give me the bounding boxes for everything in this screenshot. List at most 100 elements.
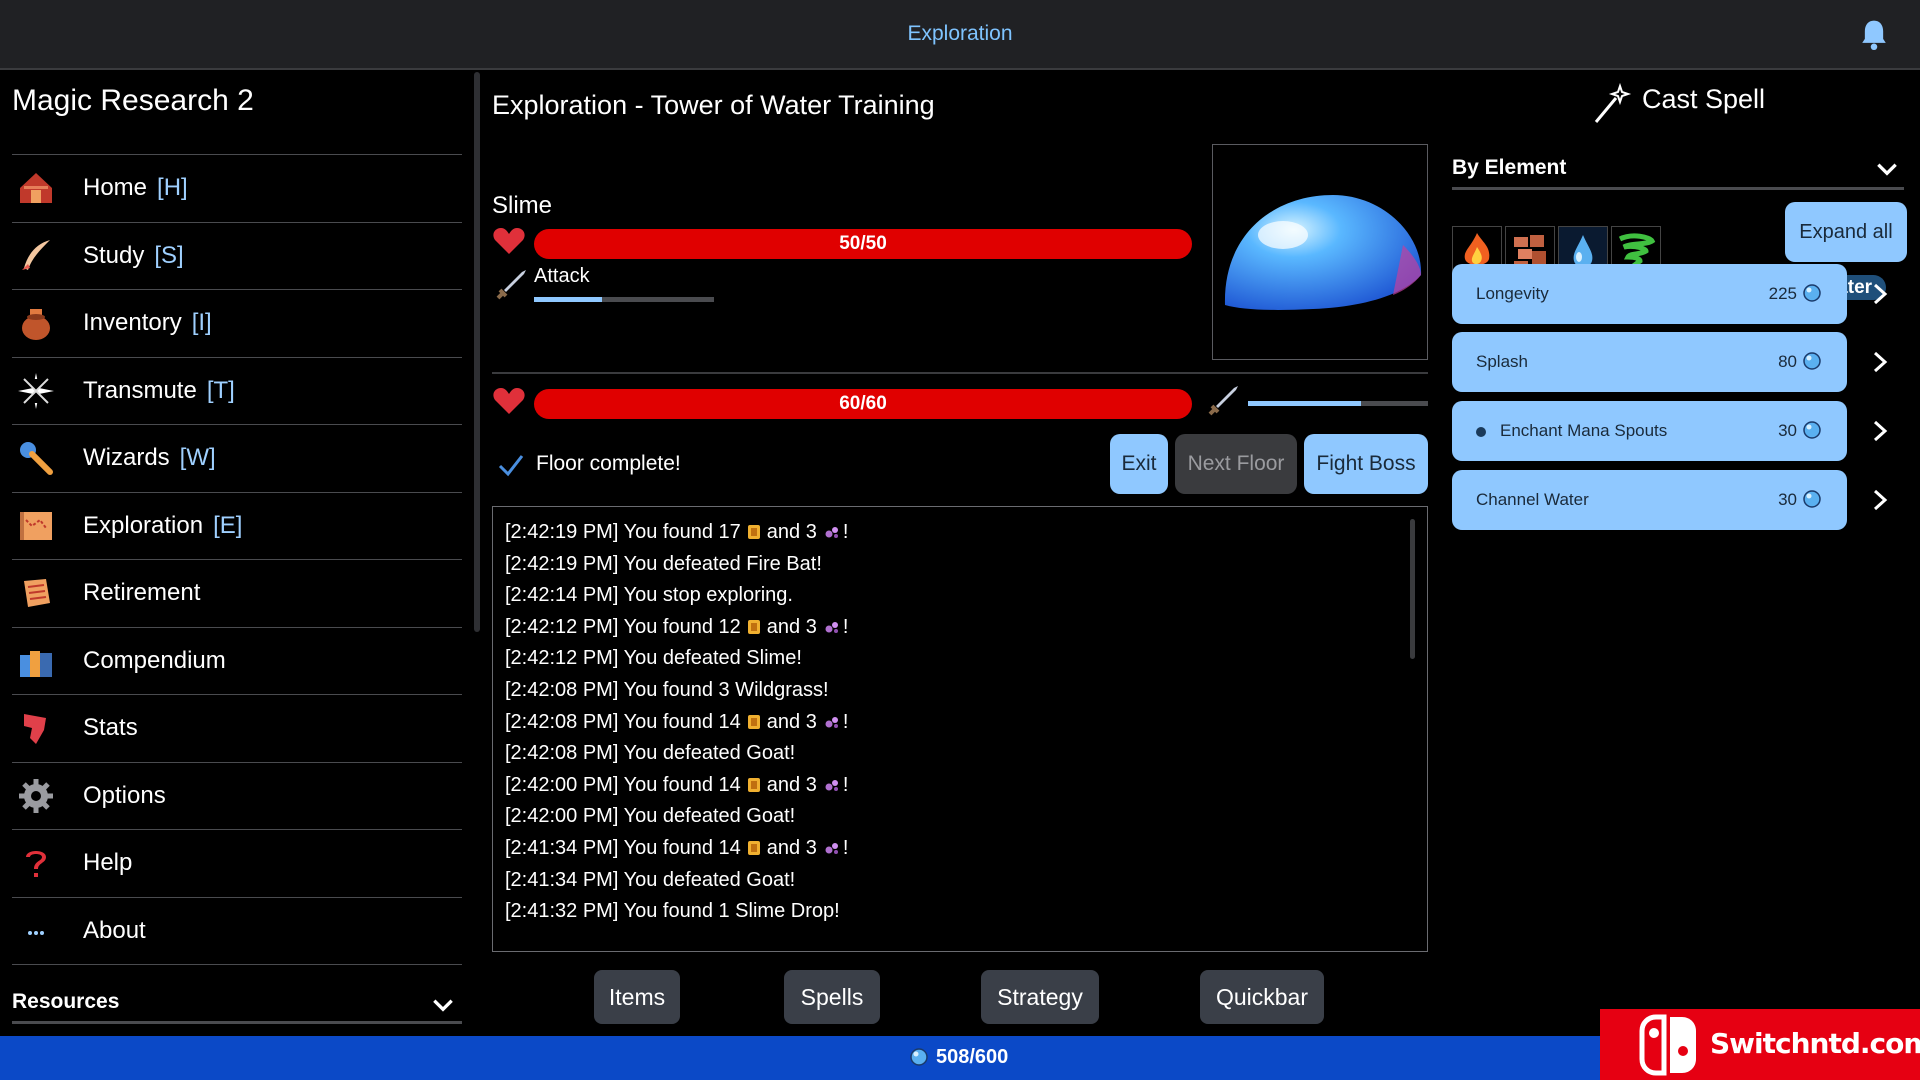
log-text: [2:42:08 PM] You found 14	[505, 710, 741, 733]
spell-cost: 80	[1778, 352, 1797, 371]
enemy-action-progress	[534, 297, 603, 302]
spell-cost: 30	[1778, 490, 1797, 509]
player-health-text: 60/60	[839, 393, 887, 414]
sidebar-item-shortcut: [I]	[191, 309, 212, 337]
sidebar-item-help[interactable]: Help	[12, 829, 462, 897]
bell-icon[interactable]	[1858, 18, 1890, 52]
ellipsis-icon	[12, 907, 60, 955]
log-entry: [2:42:00 PM] You found 14 and 3!	[493, 770, 848, 802]
sidebar-nav: Home [H] Study [S] Inventory [I] Transmu…	[12, 154, 462, 965]
question-icon	[12, 839, 60, 887]
arcane-crystal-icon	[825, 842, 838, 854]
magic-wand-icon	[1594, 82, 1632, 123]
mana-icon	[1803, 284, 1821, 302]
log-entry: [2:42:19 PM] You found 17 and 3!	[493, 517, 848, 549]
log-text: [2:41:32 PM] You found 1 Slime Drop!	[505, 900, 840, 923]
log-text: and 3	[766, 836, 817, 859]
log-text: [2:42:00 PM] You defeated Goat!	[505, 805, 796, 828]
spell-button[interactable]: Splash 80	[1452, 332, 1847, 392]
enemy-name: Slime	[492, 192, 553, 219]
tab-spells[interactable]: Spells	[784, 970, 880, 1024]
cast-spell-title: Cast Spell	[1642, 84, 1766, 114]
spell-button[interactable]: Channel Water 30	[1452, 470, 1847, 530]
resources-toggle[interactable]: Resources	[12, 990, 462, 1024]
sidebar-item-study[interactable]: Study [S]	[12, 221, 462, 290]
sidebar-item-label: Inventory	[83, 309, 182, 337]
arcane-crystal-icon	[825, 779, 838, 791]
sidebar-item-options[interactable]: Options	[12, 761, 462, 830]
enemy-portrait	[1212, 144, 1428, 360]
sword-icon	[496, 270, 526, 300]
sidebar-item-retirement[interactable]: Retirement	[12, 559, 462, 627]
sparkle-icon	[12, 367, 60, 415]
sidebar-item-inventory[interactable]: Inventory [I]	[12, 289, 462, 357]
page-title: Exploration - Tower of Water Training	[492, 90, 935, 120]
sidebar-item-label: Help	[83, 849, 133, 877]
chevron-right-icon[interactable]	[1870, 488, 1890, 512]
spell-button[interactable]: Longevity 225	[1452, 264, 1847, 324]
stats-icon	[12, 704, 60, 752]
sidebar-item-home[interactable]: Home [H]	[12, 154, 462, 222]
log-entry: [2:42:12 PM] You found 12 and 3!	[493, 612, 848, 644]
enemy-health-bar: 50/50	[534, 229, 1192, 259]
chevron-right-icon[interactable]	[1870, 350, 1890, 374]
sidebar-item-label: Home	[83, 174, 148, 202]
spell-name: Longevity	[1476, 284, 1549, 303]
sidebar-item-exploration[interactable]: Exploration [E]	[12, 491, 462, 560]
log-entry: [2:42:19 PM] You defeated Fire Bat!	[493, 549, 848, 581]
gear-icon	[12, 772, 60, 820]
spell-name: Enchant Mana Spouts	[1500, 421, 1668, 440]
sidebar-item-compendium[interactable]: Compendium	[12, 626, 462, 695]
sidebar-item-shortcut: [S]	[154, 241, 184, 269]
gold-coin-icon	[747, 840, 760, 855]
element-filter-dropdown[interactable]: By Element	[1452, 152, 1904, 190]
tab-strategy[interactable]: Strategy	[981, 970, 1099, 1024]
section-divider	[492, 372, 1428, 374]
combat-log[interactable]: [2:42:19 PM] You found 17 and 3! [2:42:19 …	[492, 506, 1428, 952]
floor-status: Floor complete!	[536, 452, 681, 475]
player-attack-progress	[1248, 401, 1362, 406]
gold-coin-icon	[747, 714, 760, 729]
arcane-crystal-icon	[825, 716, 838, 728]
sidebar-item-stats[interactable]: Stats	[12, 694, 462, 762]
app-title: Magic Research 2	[12, 84, 254, 117]
exit-button[interactable]: Exit	[1110, 434, 1168, 494]
cast-spell-panel: Cast Spell By Element Expand all Water L…	[1452, 72, 1920, 1036]
log-entry: [2:42:12 PM] You defeated Slime!	[493, 643, 848, 675]
quill-icon	[12, 232, 60, 280]
chevron-right-icon[interactable]	[1870, 419, 1890, 443]
enemy-health-text: 50/50	[839, 233, 887, 254]
expand-all-button[interactable]: Expand all	[1785, 202, 1907, 262]
sidebar-item-shortcut: [E]	[213, 511, 243, 539]
log-text: [2:42:08 PM] You defeated Goat!	[505, 742, 796, 765]
active-indicator	[1476, 427, 1486, 437]
books-icon	[12, 637, 60, 685]
log-scrollbar[interactable]	[1410, 519, 1415, 659]
sidebar-item-about[interactable]: About	[12, 896, 462, 965]
sidebar-item-label: Stats	[83, 714, 138, 742]
sidebar-item-label: Exploration	[83, 511, 204, 539]
sidebar-item-transmute[interactable]: Transmute [T]	[12, 356, 462, 425]
chevron-down-icon	[433, 999, 453, 1012]
fight-boss-button[interactable]: Fight Boss	[1304, 434, 1428, 494]
next-floor-button[interactable]: Next Floor	[1175, 434, 1297, 494]
chevron-right-icon[interactable]	[1870, 282, 1890, 306]
scroll-icon	[12, 569, 60, 617]
tab-quickbar[interactable]: Quickbar	[1200, 970, 1324, 1024]
tab-items[interactable]: Items	[594, 970, 680, 1024]
spell-cost: 30	[1778, 421, 1797, 440]
sidebar-item-wizards[interactable]: Wizards [W]	[12, 424, 462, 492]
log-entry: [2:41:32 PM] You found 1 Slime Drop!	[493, 896, 848, 928]
log-text: !	[842, 836, 849, 859]
sidebar-item-label: Study	[83, 241, 145, 269]
watermark-text: Switchntd.com	[1710, 1027, 1920, 1060]
gold-coin-icon	[747, 777, 760, 792]
log-list: [2:42:19 PM] You found 17 and 3! [2:42:19 …	[493, 517, 848, 928]
spell-name: Splash	[1476, 352, 1528, 371]
spell-button[interactable]: Enchant Mana Spouts 30	[1452, 401, 1847, 461]
page-header-title: Exploration	[907, 22, 1013, 45]
log-text: !	[842, 710, 849, 733]
watermark: Switchntd.com	[1600, 1009, 1920, 1080]
sidebar-scrollbar[interactable]	[474, 72, 480, 632]
log-text: !	[842, 521, 849, 543]
